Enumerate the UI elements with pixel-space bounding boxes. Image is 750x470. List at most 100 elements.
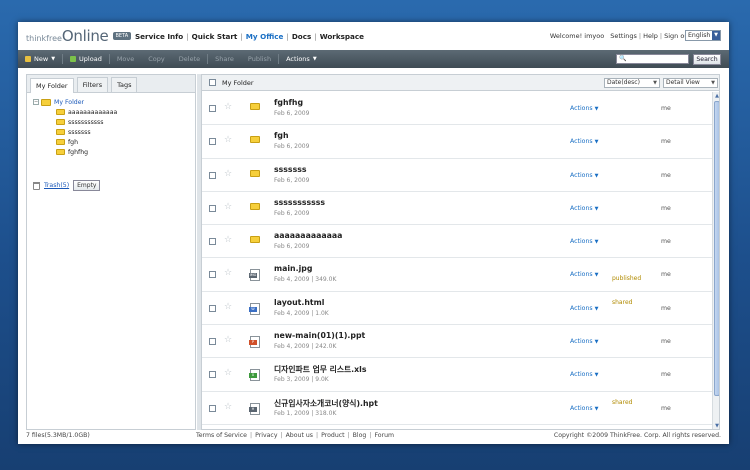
tree-folder-label: sssssssssss bbox=[68, 118, 104, 126]
file-status: shared bbox=[612, 398, 633, 406]
star-icon[interactable]: ☆ bbox=[224, 368, 232, 378]
star-icon[interactable]: ☆ bbox=[224, 302, 232, 312]
file-row[interactable]: ☆ IMG main.jpg Feb 4, 2009 | 349.0K Actions ▼… bbox=[202, 258, 713, 292]
star-icon[interactable]: ☆ bbox=[224, 268, 232, 278]
row-actions-menu[interactable]: Actions ▼ bbox=[570, 238, 598, 245]
row-checkbox[interactable] bbox=[209, 138, 216, 146]
row-checkbox[interactable] bbox=[209, 171, 216, 179]
file-name[interactable]: sssssssssss bbox=[274, 198, 325, 207]
star-icon[interactable]: ☆ bbox=[224, 169, 232, 179]
scroll-thumb[interactable] bbox=[714, 101, 719, 396]
row-actions-label: Actions bbox=[570, 204, 593, 212]
scroll-up-icon[interactable]: ▲ bbox=[713, 92, 719, 100]
publish-button[interactable]: Publish bbox=[241, 55, 278, 63]
file-row[interactable]: ☆ sssssss Feb 6, 2009 Actions ▼ me bbox=[202, 159, 713, 192]
actions-menu-button[interactable]: Actions ▼ bbox=[279, 55, 324, 63]
help-link[interactable]: Help bbox=[643, 32, 658, 40]
tree-folder-item[interactable]: fghfhg bbox=[33, 147, 195, 157]
chevron-down-icon: ▼ bbox=[594, 339, 599, 346]
file-name[interactable]: 신규입사자소개코너(양식).hpt bbox=[274, 398, 378, 409]
search-input[interactable]: 🔍 bbox=[616, 54, 689, 64]
search-button[interactable]: Search bbox=[693, 54, 721, 65]
row-checkbox[interactable] bbox=[209, 238, 216, 246]
file-name[interactable]: fghfhg bbox=[274, 98, 303, 107]
tree-root-my-folder[interactable]: − My Folder bbox=[33, 97, 195, 107]
file-name[interactable]: aaaaaaaaaaaaa bbox=[274, 231, 342, 240]
row-checkbox[interactable] bbox=[209, 304, 216, 312]
tree-folder-item[interactable]: sssssss bbox=[33, 127, 195, 137]
view-select[interactable]: Detail View ▼ bbox=[663, 78, 718, 88]
logo[interactable]: thinkfree Online BETA bbox=[26, 27, 132, 45]
tree-folder-item[interactable]: aaaaaaaaaaaaa bbox=[33, 107, 195, 117]
row-checkbox[interactable] bbox=[209, 204, 216, 212]
row-checkbox[interactable] bbox=[209, 338, 216, 346]
row-actions-menu[interactable]: Actions ▼ bbox=[570, 305, 598, 312]
sort-select[interactable]: Date(desc) ▼ bbox=[604, 78, 660, 88]
footer-link[interactable]: Product bbox=[321, 432, 345, 439]
file-row[interactable]: ☆ H 신규입사자소개코너(양식).hpt Feb 1, 2009 | 318.0K A… bbox=[202, 392, 713, 425]
row-actions-menu[interactable]: Actions ▼ bbox=[570, 405, 598, 412]
row-actions-menu[interactable]: Actions ▼ bbox=[570, 172, 598, 179]
row-actions-menu[interactable]: Actions ▼ bbox=[570, 205, 598, 212]
star-icon[interactable]: ☆ bbox=[224, 102, 232, 112]
language-select[interactable]: English ▼ bbox=[685, 30, 721, 41]
tab-filters[interactable]: Filters bbox=[76, 77, 109, 92]
row-actions-menu[interactable]: Actions ▼ bbox=[570, 371, 598, 378]
star-icon[interactable]: ☆ bbox=[224, 235, 232, 245]
tab-my-folder[interactable]: My Folder bbox=[30, 78, 74, 93]
file-row[interactable]: ☆ aaaaaaaaaaaaa Feb 6, 2009 Actions ▼ me bbox=[202, 225, 713, 259]
tree-folder-item[interactable]: sssssssssss bbox=[33, 117, 195, 127]
file-row[interactable]: ☆ Wlayout.html Feb 4, 2009 | 1.0K Actions ▼ s… bbox=[202, 292, 713, 326]
file-name[interactable]: 디자인파트 업무 리스트.xls bbox=[274, 364, 366, 375]
row-checkbox[interactable] bbox=[209, 105, 216, 112]
file-name[interactable]: new-main(01)(1).ppt bbox=[274, 331, 365, 340]
footer-link[interactable]: Privacy bbox=[255, 432, 277, 439]
file-row[interactable]: ☆ X 디자인파트 업무 리스트.xls Feb 3, 2009 | 9.0K Acti… bbox=[202, 358, 713, 392]
row-actions-menu[interactable]: Actions ▼ bbox=[570, 105, 598, 112]
select-all-checkbox[interactable] bbox=[209, 79, 216, 86]
file-row[interactable]: ☆ fgh Feb 6, 2009 Actions ▼ me bbox=[202, 125, 713, 159]
nav-docs[interactable]: Docs bbox=[292, 32, 311, 41]
collapse-icon[interactable]: − bbox=[33, 99, 39, 105]
row-actions-menu[interactable]: Actions ▼ bbox=[570, 338, 598, 345]
footer-link[interactable]: Terms of Service bbox=[196, 432, 247, 439]
footer-link[interactable]: About us bbox=[286, 432, 313, 439]
file-row[interactable]: ☆ fghfhg Feb 6, 2009 Actions ▼ me bbox=[202, 92, 713, 126]
nav-service-info[interactable]: Service Info bbox=[135, 32, 183, 41]
nav-my-office[interactable]: My Office bbox=[246, 32, 284, 41]
footer-link[interactable]: Blog bbox=[353, 432, 367, 439]
share-button[interactable]: Share bbox=[208, 55, 241, 63]
tab-tags[interactable]: Tags bbox=[111, 77, 138, 92]
upload-button[interactable]: Upload bbox=[63, 55, 109, 63]
nav-quick-start[interactable]: Quick Start bbox=[192, 32, 238, 41]
row-checkbox[interactable] bbox=[209, 371, 216, 379]
new-button[interactable]: New ▼ bbox=[18, 55, 62, 63]
settings-link[interactable]: Settings bbox=[610, 32, 637, 40]
trash-link[interactable]: Trash(5) bbox=[44, 182, 69, 189]
row-checkbox[interactable] bbox=[209, 271, 216, 279]
nav-workspace[interactable]: Workspace bbox=[320, 32, 364, 41]
row-actions-menu[interactable]: Actions ▼ bbox=[570, 138, 598, 145]
tree-folder-item[interactable]: fgh bbox=[33, 137, 195, 147]
star-icon[interactable]: ☆ bbox=[224, 402, 232, 412]
link-separator: | bbox=[638, 32, 642, 40]
row-checkbox[interactable] bbox=[209, 404, 216, 412]
move-button[interactable]: Move bbox=[110, 55, 141, 63]
file-row[interactable]: ☆ Pnew-main(01)(1).ppt Feb 4, 2009 | 242.0… bbox=[202, 325, 713, 359]
folder-icon bbox=[56, 119, 65, 125]
delete-button[interactable]: Delete bbox=[172, 55, 207, 63]
file-list-scrollbar[interactable]: ▲ ▼ bbox=[712, 92, 719, 429]
copy-button[interactable]: Copy bbox=[141, 55, 172, 63]
row-actions-menu[interactable]: Actions ▼ bbox=[570, 271, 598, 278]
star-icon[interactable]: ☆ bbox=[224, 135, 232, 145]
star-icon[interactable]: ☆ bbox=[224, 202, 232, 212]
star-icon[interactable]: ☆ bbox=[224, 335, 232, 345]
file-row[interactable]: ☆ sssssssssss Feb 6, 2009 Actions ▼ me bbox=[202, 192, 713, 226]
file-name[interactable]: sssssss bbox=[274, 165, 307, 174]
file-name[interactable]: main.jpg bbox=[274, 264, 312, 273]
footer-link[interactable]: Forum bbox=[374, 432, 394, 439]
file-name[interactable]: fgh bbox=[274, 131, 289, 140]
scroll-down-icon[interactable]: ▼ bbox=[713, 422, 719, 429]
file-name[interactable]: layout.html bbox=[274, 298, 324, 307]
empty-trash-button[interactable]: Empty bbox=[73, 180, 101, 191]
